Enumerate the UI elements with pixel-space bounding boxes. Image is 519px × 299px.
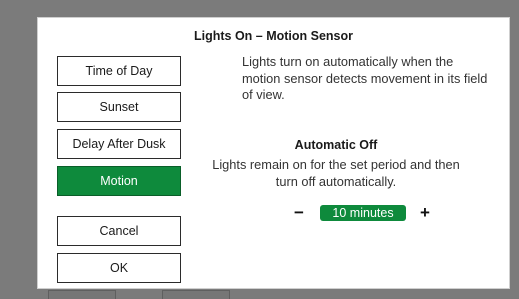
mode-time-of-day-button[interactable]: Time of Day [57,56,181,86]
motion-sensor-dialog: Lights On – Motion Sensor Time of Day Su… [37,17,510,289]
duration-value[interactable]: 10 minutes [320,205,406,221]
mode-motion-button[interactable]: Motion [57,166,181,196]
ok-button[interactable]: OK [57,253,181,283]
auto-off-title: Automatic Off [294,138,378,152]
mode-description: Lights turn on automatically when the mo… [242,54,488,102]
mode-delay-after-dusk-button[interactable]: Delay After Dusk [57,129,181,159]
increment-button[interactable]: + [416,203,434,223]
auto-off-description: Lights remain on for the set period and … [212,157,460,189]
cancel-button[interactable]: Cancel [57,216,181,246]
dialog-title: Lights On – Motion Sensor [193,29,354,43]
mode-sunset-button[interactable]: Sunset [57,92,181,122]
auto-off-duration-stepper: − 10 minutes + [290,203,434,223]
decrement-button[interactable]: − [290,203,308,223]
